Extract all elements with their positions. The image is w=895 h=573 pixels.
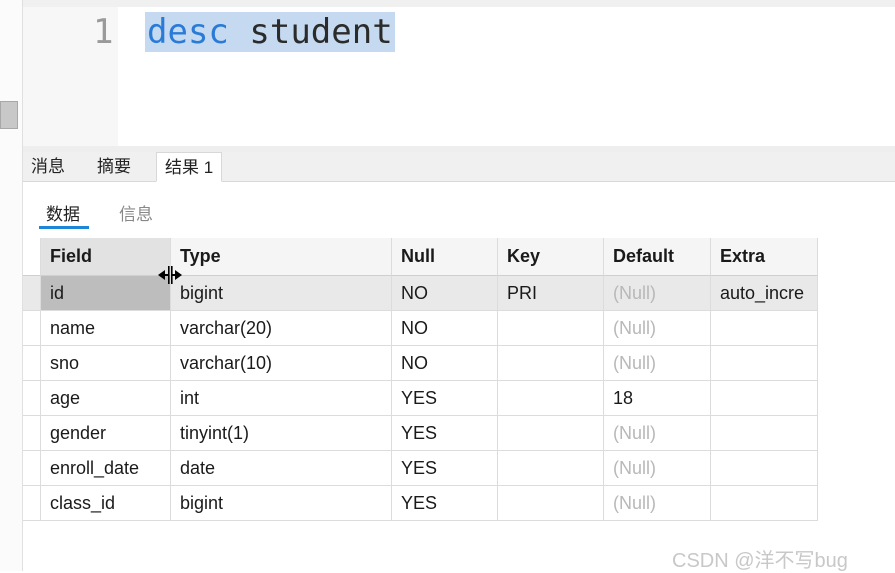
table-row[interactable]: class_id bigint YES (Null) <box>23 486 818 521</box>
row-indicator[interactable] <box>23 416 41 451</box>
cell-default[interactable]: 18 <box>604 381 711 416</box>
row-indicator[interactable] <box>23 486 41 521</box>
cell-null[interactable]: NO <box>392 311 498 346</box>
cell-default[interactable]: (Null) <box>604 346 711 381</box>
cell-key[interactable]: PRI <box>498 276 604 311</box>
table-row[interactable]: age int YES 18 <box>23 381 818 416</box>
table-row[interactable]: enroll_date date YES (Null) <box>23 451 818 486</box>
cell-extra[interactable] <box>711 346 818 381</box>
cell-extra[interactable] <box>711 486 818 521</box>
cell-field[interactable]: age <box>41 381 171 416</box>
cell-default[interactable]: (Null) <box>604 276 711 311</box>
cell-type[interactable]: tinyint(1) <box>171 416 392 451</box>
row-indicator[interactable] <box>23 346 41 381</box>
cell-field[interactable]: enroll_date <box>41 451 171 486</box>
cell-key[interactable] <box>498 381 604 416</box>
cell-type[interactable]: bigint <box>171 276 392 311</box>
column-header-key[interactable]: Key <box>498 238 604 276</box>
table-row[interactable]: id bigint NO PRI (Null) auto_incre <box>23 276 818 311</box>
cell-null[interactable]: YES <box>392 486 498 521</box>
cell-null[interactable]: YES <box>392 381 498 416</box>
header-row-indicator <box>23 238 41 276</box>
cell-type[interactable]: date <box>171 451 392 486</box>
panel-collapse-handle[interactable] <box>0 101 18 129</box>
subtab-data[interactable]: 数据 <box>46 200 80 225</box>
cell-key[interactable] <box>498 486 604 521</box>
editor-top-bar <box>23 0 895 7</box>
tab-summary[interactable]: 摘要 <box>89 152 139 181</box>
table-row[interactable]: sno varchar(10) NO (Null) <box>23 346 818 381</box>
cell-key[interactable] <box>498 346 604 381</box>
cell-type[interactable]: int <box>171 381 392 416</box>
cell-extra[interactable] <box>711 451 818 486</box>
cell-null[interactable]: NO <box>392 346 498 381</box>
sql-editor[interactable]: 1 desc student <box>23 0 895 146</box>
grid-header-row: Field Type Null Key Default Extra <box>23 238 818 276</box>
cell-key[interactable] <box>498 451 604 486</box>
cell-extra[interactable] <box>711 416 818 451</box>
sql-identifier: student <box>249 12 393 52</box>
column-header-field[interactable]: Field <box>41 238 171 276</box>
cell-default[interactable]: (Null) <box>604 416 711 451</box>
column-resize-cursor-icon <box>158 266 182 284</box>
cell-key[interactable] <box>498 311 604 346</box>
tab-messages[interactable]: 消息 <box>23 152 73 181</box>
cell-default[interactable]: (Null) <box>604 486 711 521</box>
tab-result-1[interactable]: 结果 1 <box>156 152 223 182</box>
cell-type[interactable]: varchar(20) <box>171 311 392 346</box>
cell-null[interactable]: NO <box>392 276 498 311</box>
column-header-null[interactable]: Null <box>392 238 498 276</box>
cell-extra[interactable] <box>711 381 818 416</box>
table-row[interactable]: gender tinyint(1) YES (Null) <box>23 416 818 451</box>
cell-field[interactable]: class_id <box>41 486 171 521</box>
row-indicator[interactable] <box>23 451 41 486</box>
subtab-info[interactable]: 信息 <box>119 200 153 225</box>
active-subtab-underline <box>39 226 89 229</box>
cell-extra[interactable] <box>711 311 818 346</box>
code-line-selected[interactable]: desc student <box>145 12 395 52</box>
csdn-watermark: CSDN @洋不写bug <box>672 550 848 572</box>
row-indicator[interactable] <box>23 276 41 311</box>
left-panel-strip <box>0 0 23 571</box>
column-header-default[interactable]: Default <box>604 238 711 276</box>
cell-extra[interactable]: auto_incre <box>711 276 818 311</box>
table-row[interactable]: name varchar(20) NO (Null) <box>23 311 818 346</box>
row-indicator[interactable] <box>23 381 41 416</box>
cell-type[interactable]: varchar(10) <box>171 346 392 381</box>
cell-field[interactable]: name <box>41 311 171 346</box>
line-number: 1 <box>93 12 114 52</box>
cell-key[interactable] <box>498 416 604 451</box>
row-indicator[interactable] <box>23 311 41 346</box>
column-header-extra[interactable]: Extra <box>711 238 818 276</box>
cell-default[interactable]: (Null) <box>604 311 711 346</box>
cell-null[interactable]: YES <box>392 416 498 451</box>
result-tab-bar: 消息 摘要 结果 1 <box>23 152 895 182</box>
cell-type[interactable]: bigint <box>171 486 392 521</box>
cell-field[interactable]: id <box>41 276 171 311</box>
column-header-type[interactable]: Type <box>171 238 392 276</box>
cell-default[interactable]: (Null) <box>604 451 711 486</box>
cell-null[interactable]: YES <box>392 451 498 486</box>
sql-keyword: desc <box>147 12 229 52</box>
cell-field[interactable]: gender <box>41 416 171 451</box>
cell-field[interactable]: sno <box>41 346 171 381</box>
result-subtabs: 数据 信息 <box>23 182 895 238</box>
